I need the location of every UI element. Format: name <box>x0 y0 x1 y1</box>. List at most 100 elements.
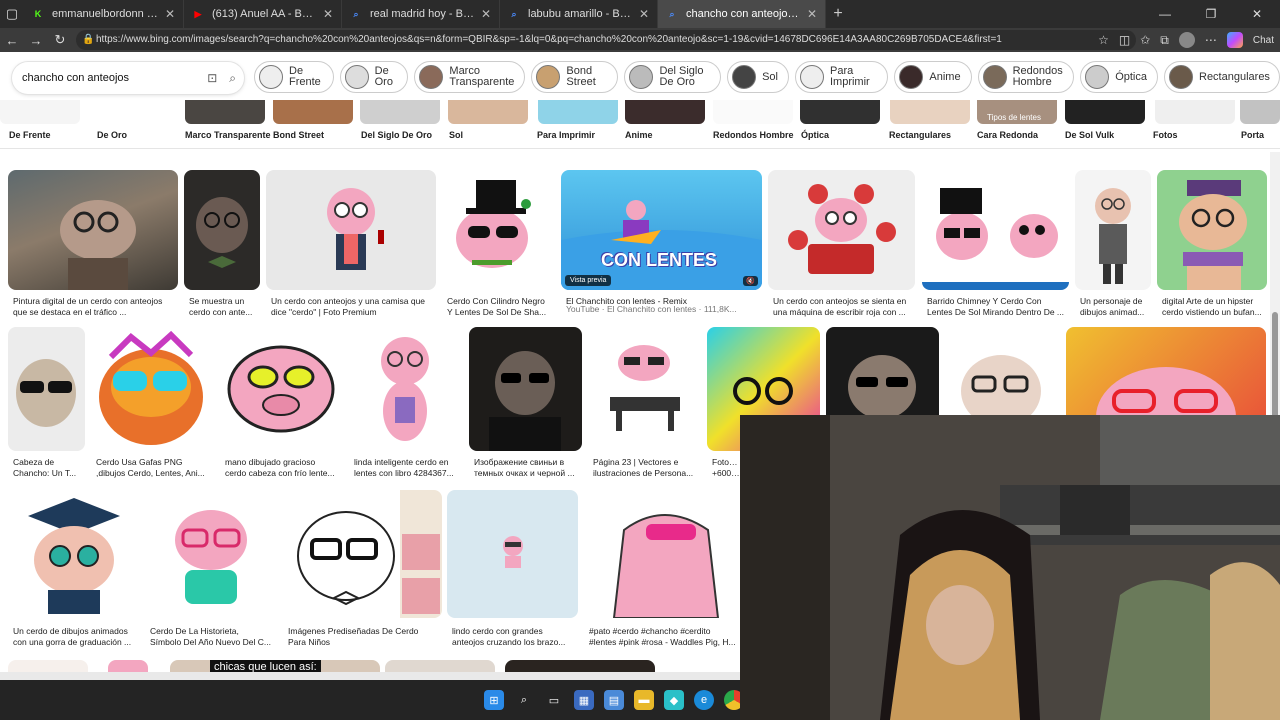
back-icon[interactable]: ← <box>0 28 24 52</box>
favorite-star-icon[interactable]: ☆ <box>1098 33 1109 47</box>
close-window-icon[interactable]: ✕ <box>1234 0 1280 28</box>
related-search-link[interactable]: Marco Transparente <box>185 130 271 140</box>
related-search-link[interactable]: Del Siglo De Oro <box>361 130 432 140</box>
more-menu-icon[interactable]: ⋯ <box>1205 33 1217 47</box>
image-result[interactable] <box>282 490 442 618</box>
image-result[interactable] <box>8 327 85 451</box>
browser-tab[interactable]: Kemmanuelbordonn Stream - Watch ✕ <box>24 0 184 28</box>
related-search-link[interactable]: Sol <box>449 130 463 140</box>
related-search-link[interactable]: Porta <box>1241 130 1264 140</box>
image-result[interactable] <box>588 327 701 451</box>
task-view-icon[interactable]: ▭ <box>544 690 564 710</box>
filter-chip[interactable]: Rectangulares <box>1164 61 1280 93</box>
workspaces-icon[interactable]: ▢ <box>0 2 24 26</box>
tab-close-icon[interactable]: ✕ <box>807 7 817 21</box>
search-icon[interactable]: ⌕ <box>229 71 236 86</box>
chip-label: Del Siglo De Oro <box>659 65 704 88</box>
copilot-icon[interactable] <box>1226 32 1243 48</box>
search-box[interactable]: chancho con anteojos ⊡ ⌕ <box>12 62 244 94</box>
filter-chip[interactable]: Óptica <box>1080 61 1158 93</box>
collections-icon[interactable]: ⧉ <box>1160 33 1169 48</box>
related-search-link[interactable]: De Oro <box>97 130 127 140</box>
favorites-icon[interactable]: ✩ <box>1140 33 1150 47</box>
filter-chip[interactable]: Para Imprimir <box>794 61 889 93</box>
image-result[interactable] <box>447 490 578 618</box>
image-result[interactable] <box>768 170 915 290</box>
browser-tab[interactable]: ⌕ chancho con anteojos - Búsqueda ✕ <box>658 0 826 28</box>
tab-close-icon[interactable]: ✕ <box>323 7 333 21</box>
image-result[interactable] <box>145 490 276 618</box>
related-search-link[interactable]: Bond Street <box>273 130 324 140</box>
image-result[interactable] <box>1157 170 1267 290</box>
related-search-link[interactable]: Para Imprimir <box>537 130 595 140</box>
chip-label: Para Imprimir <box>829 65 870 88</box>
tab-close-icon[interactable]: ✕ <box>481 7 491 21</box>
tab-close-icon[interactable]: ✕ <box>639 7 649 21</box>
minimize-icon[interactable]: — <box>1142 0 1188 28</box>
related-search-link[interactable]: De Frente <box>9 130 51 140</box>
image-result[interactable] <box>469 327 582 451</box>
related-search-link[interactable]: Anime <box>625 130 653 140</box>
split-screen-icon[interactable]: ◫ <box>1119 33 1130 47</box>
forward-icon[interactable]: → <box>24 28 48 52</box>
filter-chip[interactable]: Redondos Hombre <box>977 61 1075 93</box>
related-search-link[interactable]: Óptica <box>801 130 829 140</box>
url-field[interactable]: 🔒 https://www.bing.com/images/search?q=c… <box>76 30 1136 50</box>
related-search-link[interactable]: Redondos Hombre <box>713 130 794 140</box>
horizontal-scrollbar[interactable] <box>0 672 740 680</box>
filter-chip[interactable]: Del Siglo De Oro <box>624 61 722 93</box>
image-result[interactable] <box>266 170 436 290</box>
widgets-icon[interactable]: ▦ <box>574 690 594 710</box>
related-search-link[interactable]: Rectangulares <box>889 130 951 140</box>
filter-chip[interactable]: De Frente <box>254 61 334 93</box>
maximize-icon[interactable]: ❐ <box>1188 0 1234 28</box>
mute-icon[interactable]: 🔇 <box>743 276 758 286</box>
filter-chip[interactable]: De Oro <box>339 61 409 93</box>
filter-chip[interactable]: Sol <box>727 61 789 93</box>
tab-title: (613) Anuel AA - Bandolera - <box>212 8 317 20</box>
image-caption: Изображение свиньи в <box>474 457 565 467</box>
image-result[interactable] <box>184 170 260 290</box>
new-tab-button[interactable]: + <box>826 0 850 28</box>
related-search-link[interactable]: De Sol Vulk <box>1065 130 1114 140</box>
app-icon[interactable]: ◆ <box>664 690 684 710</box>
browser-tab[interactable]: ⌕ labubu amarillo - Búsqueda ✕ <box>500 0 658 28</box>
windows-start-icon[interactable]: ⊞ <box>484 690 504 710</box>
related-search-link[interactable]: Fotos <box>1153 130 1178 140</box>
edge-browser-icon[interactable]: e <box>694 690 714 710</box>
refresh-icon[interactable]: ↻ <box>48 28 72 52</box>
search-input[interactable]: chancho con anteojos <box>22 72 207 84</box>
image-result[interactable] <box>584 490 738 618</box>
related-search-link[interactable]: Cara Redonda <box>977 130 1038 140</box>
image-result[interactable] <box>219 327 343 451</box>
profile-avatar[interactable] <box>1178 32 1195 48</box>
video-result[interactable]: CON LENTES Vista previa 🔇 <box>561 170 762 290</box>
chip-thumbnail-icon <box>1169 65 1193 89</box>
image-result[interactable] <box>91 327 213 451</box>
filter-chip[interactable]: Anime <box>894 61 972 93</box>
search-icon[interactable]: ⌕ <box>514 690 534 710</box>
store-icon[interactable]: ▤ <box>604 690 624 710</box>
image-result[interactable] <box>8 490 139 618</box>
image-result[interactable] <box>442 170 554 290</box>
tab-close-icon[interactable]: ✕ <box>165 7 175 21</box>
tab-favicon-icon: ⌕ <box>669 8 675 19</box>
browser-tab[interactable]: ▶ (613) Anuel AA - Bandolera - ✕ <box>184 0 342 28</box>
chip-label: Óptica <box>1115 70 1147 83</box>
image-result[interactable] <box>922 170 1069 290</box>
tab-title: chancho con anteojos - Búsqueda <box>686 8 801 20</box>
file-explorer-icon[interactable]: ▬ <box>634 690 654 710</box>
chip-label: Marco Transparente <box>449 65 515 88</box>
image-result[interactable] <box>8 170 178 290</box>
chip-label: Rectangulares <box>1199 70 1270 83</box>
image-caption: Imágenes Prediseñadas De Cerdo <box>288 626 419 636</box>
filter-chip[interactable]: Marco Transparente <box>414 61 526 93</box>
image-result[interactable] <box>1075 170 1151 290</box>
image-caption: Lentes De Sol Mirando Dentro De ... <box>927 307 1065 317</box>
chip-thumbnail-icon <box>419 65 444 89</box>
filter-chip[interactable]: Bond Street <box>531 61 619 93</box>
image-result[interactable] <box>349 327 464 451</box>
chat-label[interactable]: Chat <box>1253 35 1274 46</box>
browser-tab[interactable]: ⌕ real madrid hoy - Búsqueda ✕ <box>342 0 500 28</box>
visual-search-icon[interactable]: ⊡ <box>207 71 217 86</box>
